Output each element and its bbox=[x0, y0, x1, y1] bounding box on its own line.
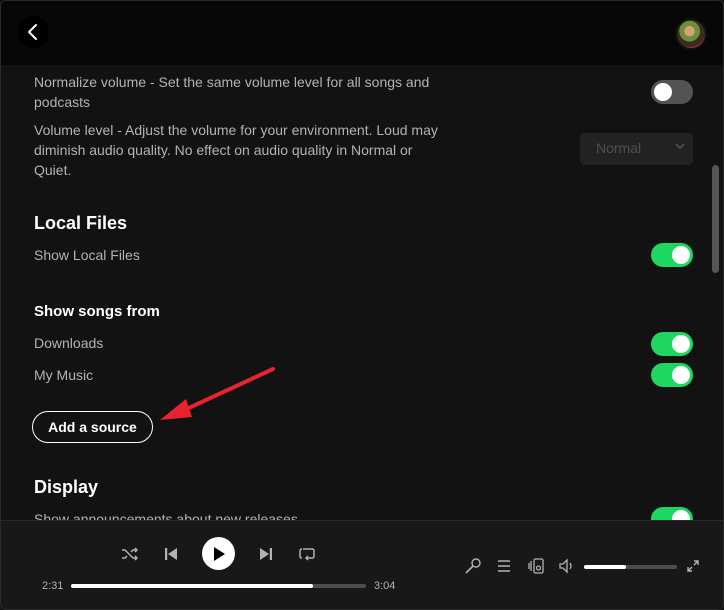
chevron-down-icon bbox=[675, 143, 685, 150]
queue-button[interactable] bbox=[494, 556, 514, 576]
elapsed-time: 2:31 bbox=[42, 580, 64, 592]
announcements-label: Show announcements about new releases bbox=[34, 511, 298, 520]
volume-level-select[interactable]: Normal bbox=[580, 133, 693, 165]
downloads-toggle[interactable] bbox=[651, 332, 693, 356]
annotation-arrow bbox=[160, 367, 275, 420]
local-files-heading: Local Files bbox=[34, 213, 128, 233]
announcements-toggle[interactable] bbox=[651, 507, 693, 520]
volume-button[interactable] bbox=[557, 556, 577, 576]
volume-level-description: Volume level - Adjust the volume for you… bbox=[34, 122, 438, 178]
play-icon bbox=[213, 546, 225, 561]
my-music-toggle[interactable] bbox=[651, 363, 693, 387]
repeat-icon bbox=[299, 548, 315, 561]
play-button[interactable] bbox=[202, 537, 235, 570]
previous-icon bbox=[165, 548, 177, 560]
shuffle-icon bbox=[122, 547, 139, 561]
volume-icon bbox=[559, 558, 572, 574]
show-local-files-toggle[interactable] bbox=[651, 243, 693, 267]
add-source-button[interactable]: Add a source bbox=[32, 411, 153, 443]
show-songs-from-heading: Show songs from bbox=[34, 303, 160, 320]
connect-device-button[interactable] bbox=[526, 556, 546, 576]
shuffle-button[interactable] bbox=[119, 543, 141, 565]
user-avatar[interactable] bbox=[675, 18, 707, 50]
normalize-volume-toggle[interactable] bbox=[651, 80, 693, 104]
volume-slider[interactable] bbox=[584, 565, 677, 569]
player-bar: 2:31 3:04 bbox=[1, 520, 723, 609]
connect-device-icon bbox=[528, 558, 544, 574]
back-arrow-icon bbox=[28, 24, 37, 40]
mic-icon bbox=[465, 558, 481, 574]
normalize-volume-description: Normalize volume - Set the same volume l… bbox=[34, 74, 430, 110]
settings-window: Normalize volume - Set the same volume l… bbox=[0, 0, 724, 610]
settings-content[interactable]: Normalize volume - Set the same volume l… bbox=[1, 65, 711, 520]
downloads-label: Downloads bbox=[34, 335, 104, 351]
my-music-label: My Music bbox=[34, 367, 94, 383]
previous-button[interactable] bbox=[160, 543, 182, 565]
next-button[interactable] bbox=[255, 543, 277, 565]
fullscreen-icon bbox=[687, 560, 699, 572]
lyrics-button[interactable] bbox=[463, 556, 483, 576]
back-button[interactable] bbox=[17, 16, 49, 48]
repeat-button[interactable] bbox=[296, 543, 318, 565]
show-local-files-label: Show Local Files bbox=[34, 247, 140, 263]
next-icon bbox=[260, 548, 272, 560]
display-heading: Display bbox=[34, 477, 99, 497]
top-bar bbox=[1, 1, 723, 65]
progress-bar[interactable] bbox=[71, 584, 366, 588]
total-duration: 3:04 bbox=[374, 580, 396, 592]
queue-icon bbox=[498, 560, 510, 572]
fullscreen-button[interactable] bbox=[683, 556, 703, 576]
scrollbar-thumb[interactable] bbox=[712, 165, 719, 273]
